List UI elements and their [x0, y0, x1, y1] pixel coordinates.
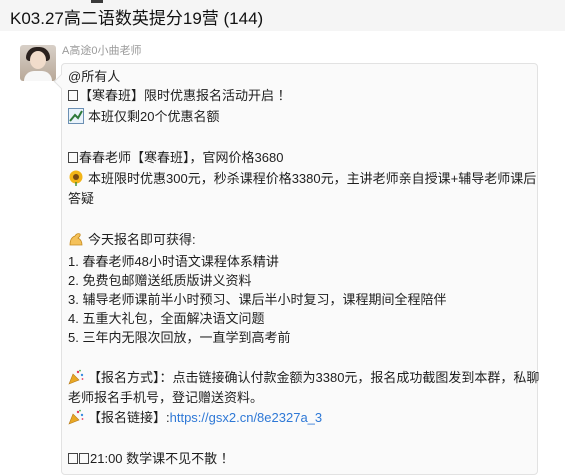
- list-item: 5. 三年内无限次回放，一直学到高考前: [68, 330, 291, 345]
- message-line: 21:00 数学课不见不散 ！: [68, 450, 234, 468]
- message-line: 春春老师【寒春班】，官网价格3680: [68, 149, 283, 167]
- tab-indicator: [91, 0, 103, 3]
- party-popper-icon: [68, 369, 84, 385]
- missing-glyph-icon: [68, 90, 78, 101]
- message-line: 本班限时优惠300元，秒杀课程价格3380元，主讲老师亲自授课+辅导老师课后: [68, 170, 536, 188]
- message-line: 老师报名手机号，登记赠送资料。: [68, 390, 264, 405]
- message-line: 今天报名即可获得:: [68, 231, 196, 249]
- sender-name: A高途0小曲老师: [62, 45, 142, 57]
- message-line: 【寒春班】限时优惠报名活动开启 ！: [68, 87, 291, 105]
- message-line: @所有人: [68, 69, 121, 84]
- message-line: 【报名方式】：点击链接确认付款金额为3380元，报名成功截图发到本群，私聊: [68, 369, 539, 387]
- party-popper-icon: [68, 409, 84, 425]
- chat-title: K03.27高二语数英提分19营 (144): [10, 9, 264, 28]
- message-line: 答疑: [68, 191, 95, 206]
- list-item: 3. 辅导老师课前半小时预习、课后半小时复习，课程期间全程陪伴: [68, 292, 447, 307]
- list-item: 1. 春春老师48小时语文课程体系精讲: [68, 254, 279, 269]
- chat-title-bar: K03.27高二语数英提分19营 (144): [0, 0, 565, 32]
- avatar[interactable]: [20, 45, 56, 81]
- sunflower-icon: [69, 170, 83, 186]
- message-line: 本班仅剩20个优惠名额: [68, 108, 219, 126]
- list-item: 2. 免费包邮赠送纸质版讲义资料: [68, 273, 252, 288]
- list-item: 4. 五重大礼包，全面解决语文问题: [68, 311, 265, 326]
- message-line: 【报名链接】:https://gsx2.cn/8e2327a_3: [68, 409, 322, 427]
- flexed-arm-icon: [69, 233, 83, 246]
- missing-glyph-icon: [79, 453, 89, 464]
- message-bubble[interactable]: @所有人 【寒春班】限时优惠报名活动开启 ！ 本班仅剩20个优惠名额 春春老师【…: [61, 63, 539, 475]
- chart-icon: [68, 108, 84, 124]
- signup-link[interactable]: https://gsx2.cn/8e2327a_3: [170, 410, 323, 425]
- missing-glyph-icon: [68, 453, 78, 464]
- missing-glyph-icon: [68, 152, 78, 163]
- chat-area: A高途0小曲老师 @所有人 【寒春班】限时优惠报名活动开启 ！ 本班仅剩20个优…: [0, 31, 565, 475]
